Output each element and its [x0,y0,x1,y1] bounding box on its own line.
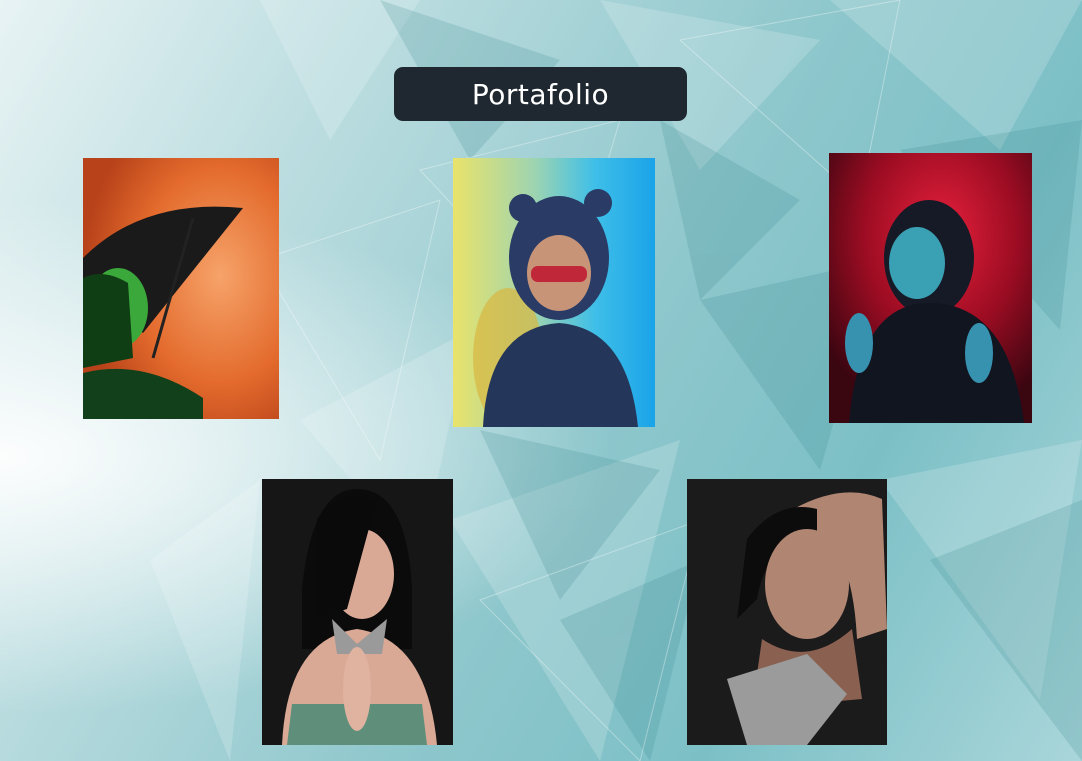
photo-child-bear-hood[interactable] [453,158,655,427]
photo-thumbnail-icon [453,158,655,427]
photo-woman-praying[interactable] [262,479,453,745]
photo-thumbnail-icon [829,153,1032,423]
page-title: Portafolio [471,77,610,111]
portfolio-title-box: Portafolio [394,67,687,121]
photo-woman-arm-raised[interactable] [687,479,887,745]
photo-woman-red-light[interactable] [829,153,1032,423]
photo-thumbnail-icon [687,479,887,745]
photo-umbrella-woman[interactable] [83,158,279,419]
photo-thumbnail-icon [83,158,279,419]
photo-thumbnail-icon [262,479,453,745]
